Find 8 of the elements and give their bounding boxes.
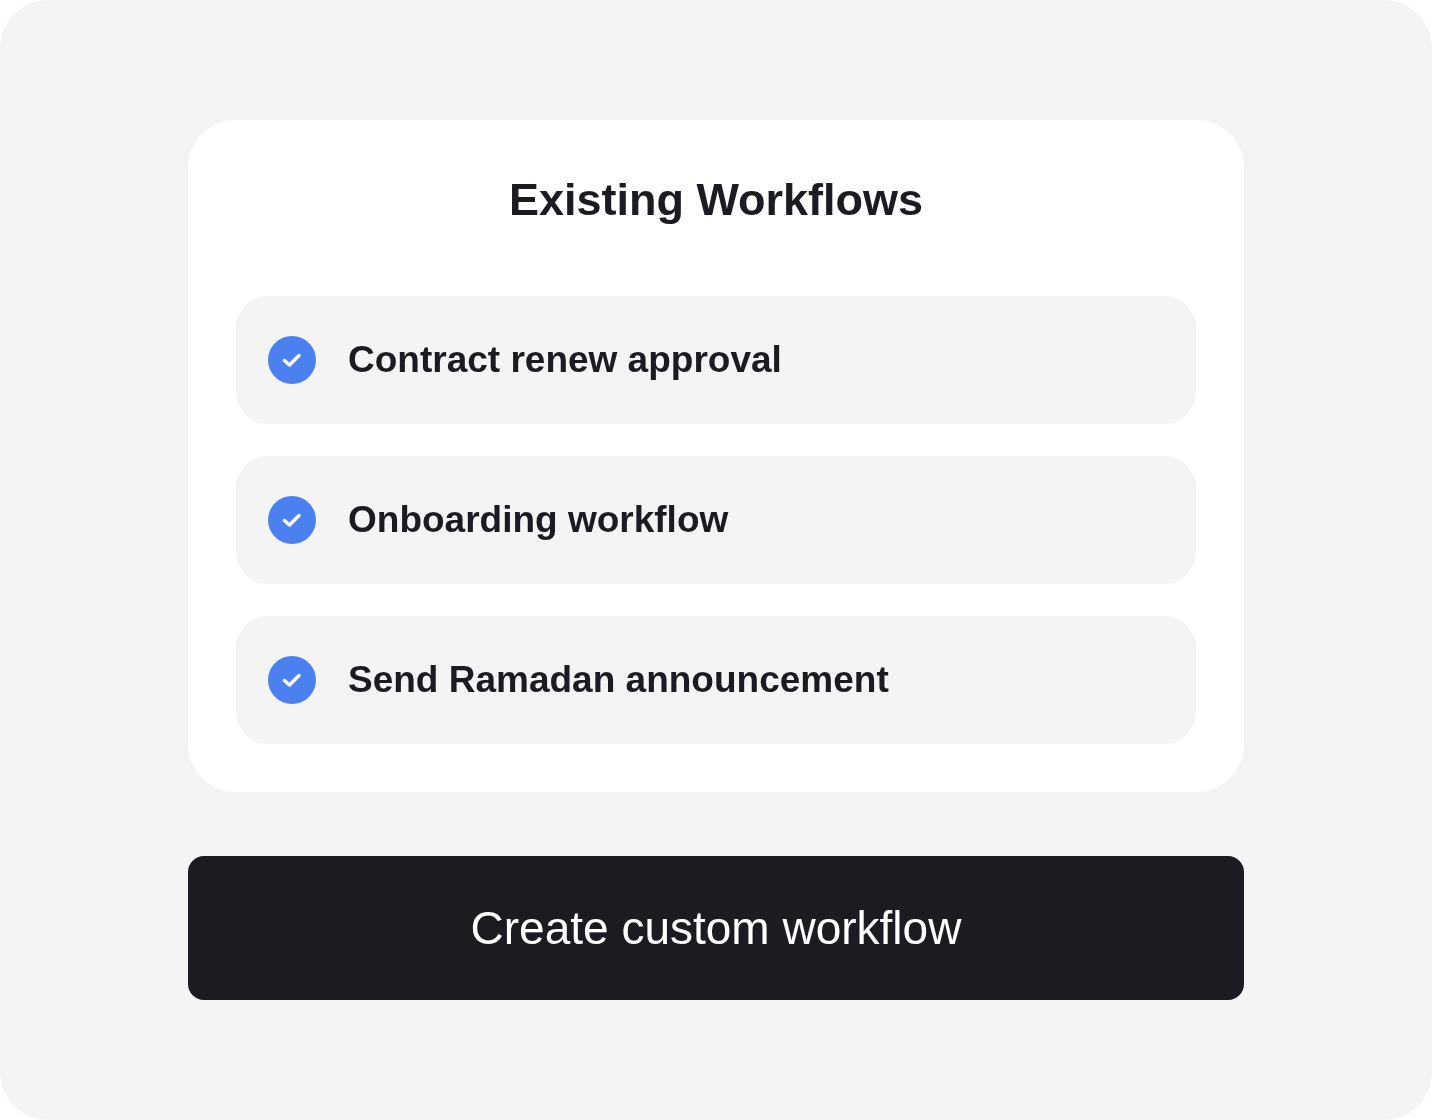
create-workflow-button[interactable]: Create custom workflow (188, 856, 1244, 1000)
workflow-label: Onboarding workflow (348, 498, 729, 542)
card-title: Existing Workflows (508, 173, 924, 227)
workflow-label: Send Ramadan announcement (348, 658, 889, 702)
workflow-item[interactable]: Contract renew approval (236, 296, 1196, 424)
workflow-item[interactable]: Send Ramadan announcement (236, 616, 1196, 744)
workflow-label: Contract renew approval (348, 338, 782, 382)
workflow-item[interactable]: Onboarding workflow (236, 456, 1196, 584)
